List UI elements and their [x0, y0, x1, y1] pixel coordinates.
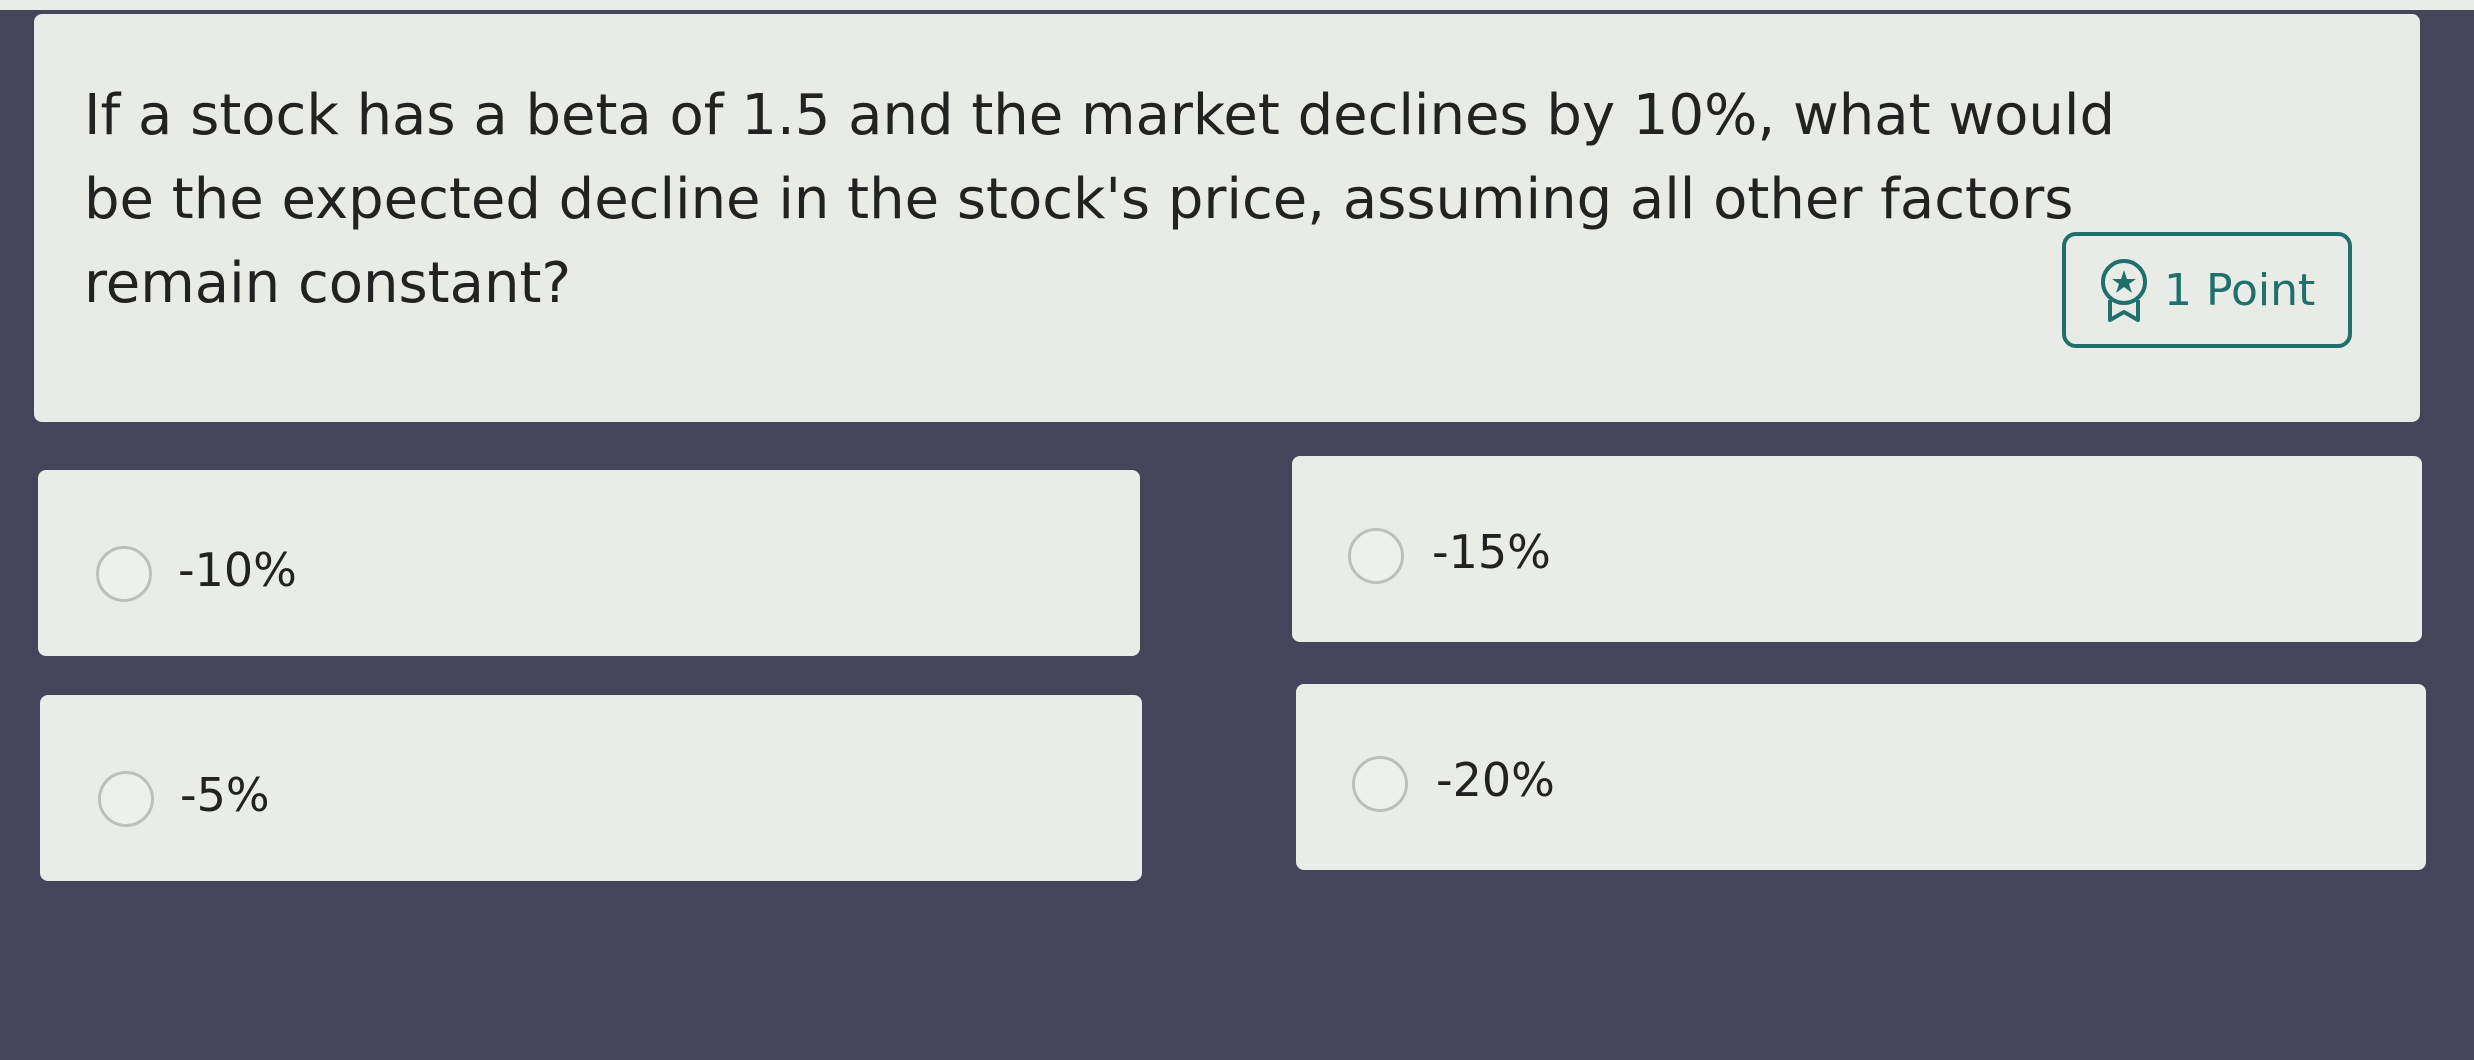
radio-button[interactable]: [96, 546, 152, 602]
option-label: -15%: [1432, 525, 1551, 579]
points-badge: 1 Point: [2062, 232, 2352, 348]
radio-button[interactable]: [1352, 756, 1408, 812]
award-ribbon-icon: [2096, 256, 2152, 324]
option-label: -10%: [178, 543, 297, 597]
answer-option-1[interactable]: -10%: [38, 470, 1140, 656]
radio-button[interactable]: [98, 771, 154, 827]
answer-option-4[interactable]: -20%: [1296, 684, 2426, 870]
question-text: If a stock has a beta of 1.5 and the mar…: [84, 83, 2115, 316]
option-label: -20%: [1436, 753, 1555, 807]
option-label: -5%: [180, 768, 270, 822]
radio-button[interactable]: [1348, 528, 1404, 584]
question-card: If a stock has a beta of 1.5 and the mar…: [34, 14, 2420, 422]
points-label: 1 Point: [2164, 264, 2316, 316]
top-edge-strip: [0, 0, 2474, 10]
answer-option-2[interactable]: -15%: [1292, 456, 2422, 642]
answer-option-3[interactable]: -5%: [40, 695, 1142, 881]
